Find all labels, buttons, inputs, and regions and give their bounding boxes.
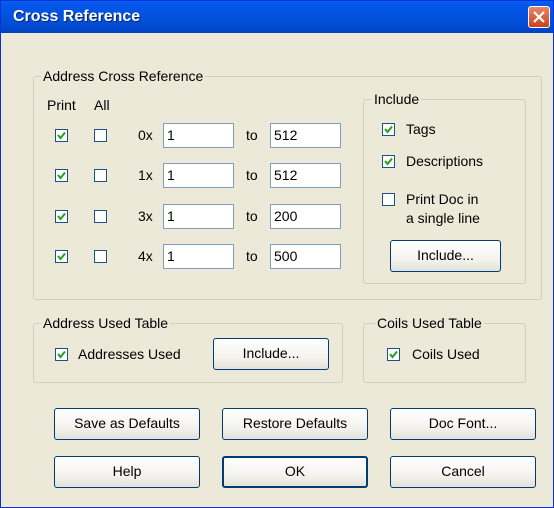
checkmark-icon bbox=[384, 125, 393, 134]
help-button[interactable]: Help bbox=[54, 456, 200, 488]
include-tags-button[interactable]: Include... bbox=[390, 240, 501, 272]
restore-defaults-button[interactable]: Restore Defaults bbox=[222, 408, 368, 440]
all-0x-checkbox[interactable] bbox=[94, 129, 107, 142]
print-0x-checkbox[interactable] bbox=[55, 129, 68, 142]
all-column-header: All bbox=[94, 97, 110, 113]
prefix-3x-label: 3x bbox=[138, 208, 153, 224]
all-3x-checkbox[interactable] bbox=[94, 210, 107, 223]
tags-label: Tags bbox=[406, 121, 436, 137]
print-doc-label-line1: Print Doc in bbox=[406, 191, 479, 207]
to-label: to bbox=[246, 127, 258, 143]
address-used-table-title: Address Used Table bbox=[41, 315, 171, 331]
to-0x-field[interactable]: 512 bbox=[270, 123, 341, 148]
from-4x-field[interactable]: 1 bbox=[163, 244, 234, 269]
to-4x-field[interactable]: 500 bbox=[270, 244, 341, 269]
to-3x-field[interactable]: 200 bbox=[270, 204, 341, 229]
checkmark-icon bbox=[389, 350, 398, 359]
coils-used-checkbox[interactable] bbox=[387, 348, 400, 361]
close-icon bbox=[533, 11, 545, 23]
to-label: to bbox=[246, 167, 258, 183]
include-addresses-button[interactable]: Include... bbox=[213, 338, 329, 370]
descriptions-checkbox[interactable] bbox=[382, 155, 395, 168]
cross-reference-dialog: Cross Reference Address Cross Reference … bbox=[0, 0, 554, 508]
save-as-defaults-button[interactable]: Save as Defaults bbox=[54, 408, 200, 440]
all-1x-checkbox[interactable] bbox=[94, 169, 107, 182]
print-1x-checkbox[interactable] bbox=[55, 169, 68, 182]
print-4x-checkbox[interactable] bbox=[55, 250, 68, 263]
checkmark-icon bbox=[57, 350, 66, 359]
descriptions-label: Descriptions bbox=[406, 153, 484, 169]
address-cross-reference-title: Address Cross Reference bbox=[41, 68, 206, 84]
doc-font-button[interactable]: Doc Font... bbox=[390, 408, 536, 440]
prefix-4x-label: 4x bbox=[138, 248, 153, 264]
addresses-used-checkbox[interactable] bbox=[55, 348, 68, 361]
include-group-title: Include bbox=[372, 91, 422, 107]
tags-checkbox[interactable] bbox=[382, 123, 395, 136]
prefix-0x-label: 0x bbox=[138, 127, 153, 143]
to-label: to bbox=[246, 208, 258, 224]
to-label: to bbox=[246, 248, 258, 264]
window-title: Cross Reference bbox=[13, 8, 141, 25]
print-doc-label-line2: a single line bbox=[406, 210, 480, 226]
prefix-1x-label: 1x bbox=[138, 167, 153, 183]
checkmark-icon bbox=[384, 157, 393, 166]
checkmark-icon bbox=[57, 252, 66, 261]
from-3x-field[interactable]: 1 bbox=[163, 204, 234, 229]
close-button[interactable] bbox=[528, 6, 550, 28]
coils-used-table-title: Coils Used Table bbox=[375, 315, 484, 331]
print-doc-single-line-checkbox[interactable] bbox=[382, 193, 395, 206]
print-column-header: Print bbox=[47, 97, 76, 113]
addresses-used-label: Addresses Used bbox=[78, 346, 181, 362]
from-0x-field[interactable]: 1 bbox=[163, 123, 234, 148]
from-1x-field[interactable]: 1 bbox=[163, 163, 234, 188]
checkmark-icon bbox=[57, 131, 66, 140]
all-4x-checkbox[interactable] bbox=[94, 250, 107, 263]
to-1x-field[interactable]: 512 bbox=[270, 163, 341, 188]
checkmark-icon bbox=[57, 171, 66, 180]
cancel-button[interactable]: Cancel bbox=[390, 456, 536, 488]
checkmark-icon bbox=[57, 212, 66, 221]
ok-button[interactable]: OK bbox=[222, 456, 368, 488]
coils-used-label: Coils Used bbox=[412, 346, 480, 362]
print-3x-checkbox[interactable] bbox=[55, 210, 68, 223]
title-bar: Cross Reference bbox=[1, 1, 553, 33]
